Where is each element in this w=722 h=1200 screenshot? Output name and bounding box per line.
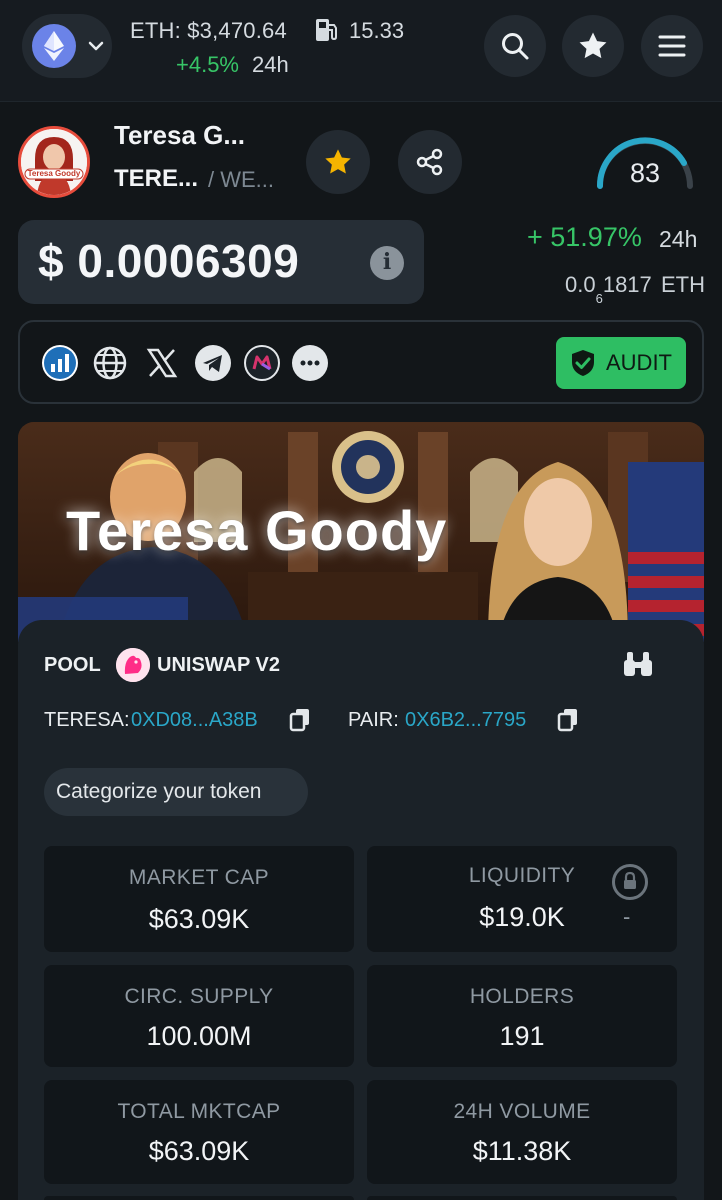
price-box: $ 0.0006309 i	[18, 220, 424, 304]
stat-holders: HOLDERS 191	[367, 965, 677, 1067]
eth-value-unit: ETH	[661, 272, 705, 297]
watchlist-button[interactable]	[562, 15, 624, 77]
token-address-label: TERESA:	[44, 709, 130, 731]
globe-icon[interactable]	[92, 345, 128, 381]
stat-value: 100.00M	[146, 1021, 252, 1051]
dex-name: UNISWAP V2	[157, 654, 280, 676]
eth-price: ETH: $3,470.64	[130, 18, 287, 43]
stat-value: $63.09K	[148, 1136, 250, 1166]
audit-button[interactable]: AUDIT	[556, 337, 686, 389]
favorite-button[interactable]	[306, 130, 370, 194]
token-address[interactable]: 0XD08...A38B	[131, 709, 258, 732]
binoculars-icon[interactable]	[622, 650, 654, 678]
m-icon[interactable]	[244, 345, 280, 381]
stat-circ-supply: CIRC. SUPPLY 100.00M	[44, 965, 354, 1067]
menu-button[interactable]	[641, 15, 703, 77]
categorize-label: Categorize your token	[56, 780, 262, 803]
eth-change: +4.5%	[176, 52, 239, 77]
chevron-down-icon	[88, 41, 104, 51]
ethereum-icon	[32, 24, 76, 68]
stat-liquidity: LIQUIDITY $19.0K -	[367, 846, 677, 952]
eth-change-period: 24h	[252, 52, 289, 77]
uniswap-icon	[116, 648, 150, 682]
price-change: + 51.97%	[527, 222, 642, 252]
x-icon[interactable]	[144, 345, 180, 381]
stat-value: 191	[499, 1021, 545, 1051]
token-symbol: TERE...	[114, 165, 199, 192]
stat-value: $63.09K	[148, 904, 250, 934]
pair-address-label: PAIR:	[348, 709, 399, 731]
share-button[interactable]	[398, 130, 462, 194]
chart-icon[interactable]	[42, 345, 78, 381]
share-icon	[416, 148, 443, 176]
shield-check-icon	[572, 350, 594, 376]
chain-selector[interactable]	[22, 14, 112, 78]
menu-icon	[658, 35, 686, 57]
search-button[interactable]	[484, 15, 546, 77]
liquidity-lock-value: -	[623, 904, 631, 929]
copy-icon[interactable]	[289, 708, 311, 732]
search-icon	[502, 33, 529, 60]
stat-label: HOLDERS	[469, 985, 575, 1008]
more-icon[interactable]	[292, 345, 328, 381]
pool-label: POOL	[44, 654, 101, 676]
token-name: Teresa G...	[114, 120, 246, 150]
stat-card-partial	[44, 1196, 354, 1200]
categorize-token-button[interactable]: Categorize your token	[44, 768, 308, 816]
copy-icon[interactable]	[557, 708, 579, 732]
audit-label: AUDIT	[606, 350, 672, 375]
banner-title: Teresa Goody	[66, 499, 448, 562]
links-bar: AUDIT	[18, 320, 704, 404]
telegram-icon[interactable]	[195, 345, 231, 381]
gas-pump-icon	[316, 19, 337, 41]
score-value: 83	[629, 158, 661, 188]
token-banner-image: Teresa Goody	[18, 422, 704, 642]
avatar-label: Teresa Goody	[27, 169, 81, 178]
stat-label: TOTAL MKTCAP	[117, 1100, 281, 1123]
eth-value: 0.061817	[565, 272, 652, 307]
stat-value: $11.38K	[472, 1136, 572, 1166]
price-change-period: 24h	[659, 226, 698, 252]
stat-market-cap: MARKET CAP $63.09K	[44, 846, 354, 952]
stat-label: MARKET CAP	[128, 866, 270, 889]
stat-label: CIRC. SUPPLY	[124, 985, 274, 1008]
stat-card-partial	[367, 1196, 677, 1200]
info-icon[interactable]: i	[370, 246, 404, 280]
stat-value: $19.0K	[479, 902, 565, 932]
token-price: $ 0.0006309	[38, 235, 300, 287]
lock-icon[interactable]	[612, 864, 648, 900]
stat-label: 24H VOLUME	[453, 1100, 591, 1123]
star-icon	[325, 149, 351, 174]
token-avatar: Teresa Goody	[18, 126, 90, 198]
pair-address[interactable]: 0X6B2...7795	[405, 709, 526, 732]
stat-total-mktcap: TOTAL MKTCAP $63.09K	[44, 1080, 354, 1184]
gas-value: 15.33	[349, 18, 405, 43]
stat-24h-volume: 24H VOLUME $11.38K	[367, 1080, 677, 1184]
star-icon	[579, 32, 607, 59]
token-base-pair: / WE...	[208, 167, 274, 192]
